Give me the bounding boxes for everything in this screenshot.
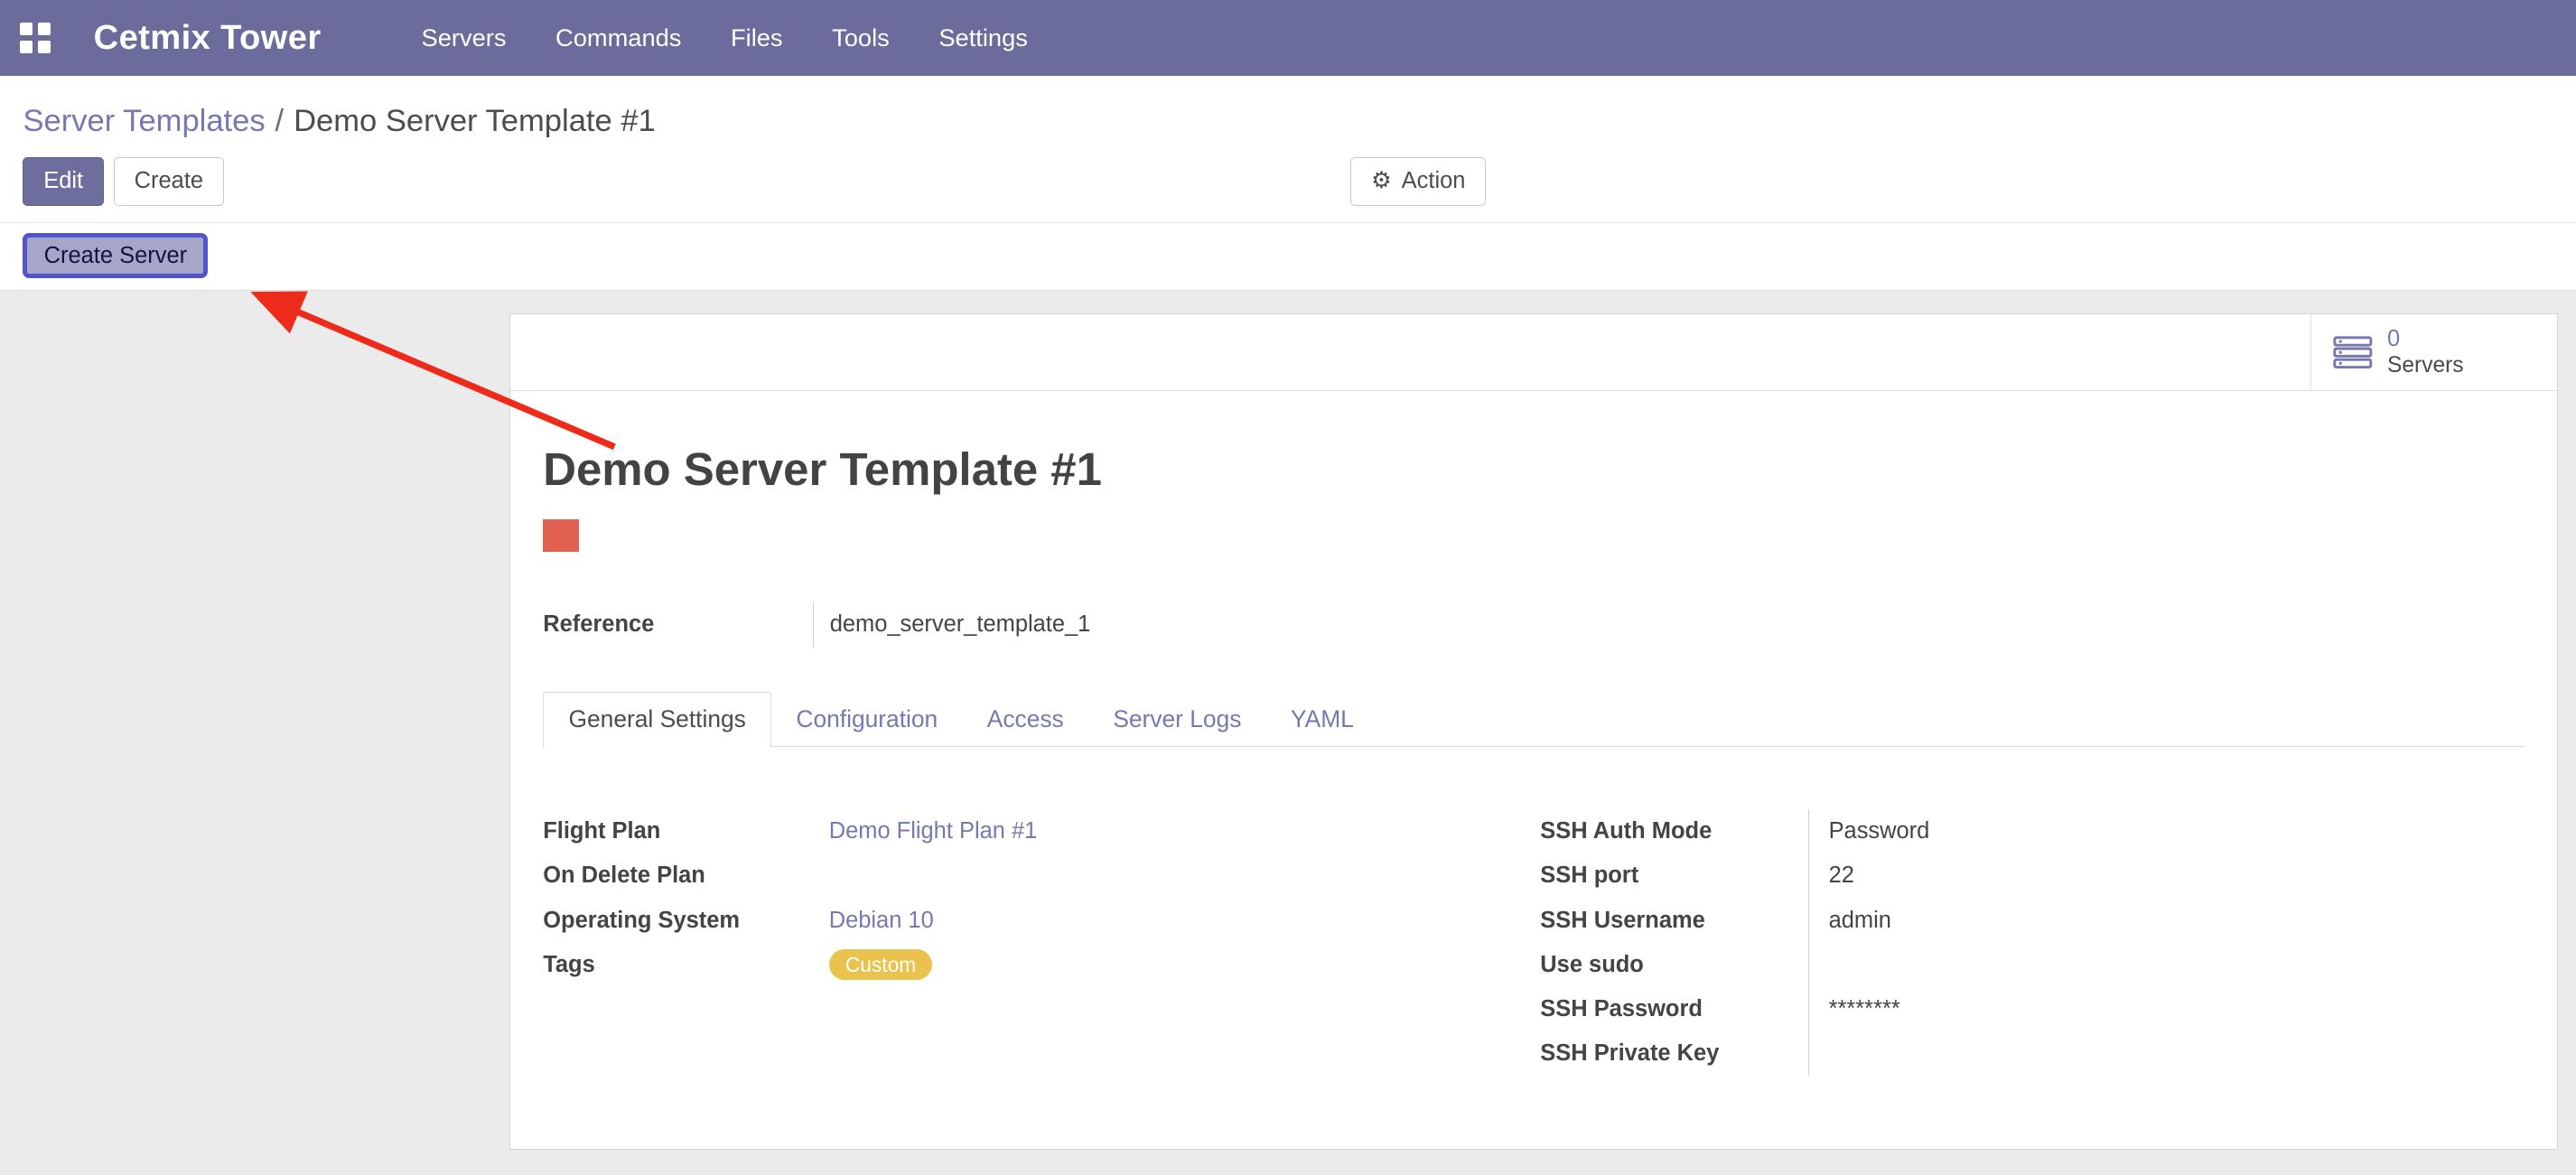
- field-ssh-auth-mode: SSH Auth Mode Password: [1540, 809, 2525, 853]
- field-use-sudo: Use sudo: [1540, 943, 2525, 987]
- use-sudo-value: [1808, 943, 2525, 987]
- breadcrumb-server-templates[interactable]: Server Templates: [23, 104, 265, 138]
- field-label: SSH Password: [1540, 996, 1807, 1022]
- breadcrumb-separator: /: [266, 104, 294, 138]
- servers-count: 0: [2387, 326, 2464, 352]
- field-label: SSH Private Key: [1540, 1040, 1807, 1067]
- create-button[interactable]: Create: [114, 157, 224, 207]
- tab-server-logs[interactable]: Server Logs: [1088, 692, 1266, 746]
- field-label: Use sudo: [1540, 952, 1807, 978]
- field-operating-system: Operating System Debian 10: [543, 899, 1540, 943]
- record-title: Demo Server Template #1: [543, 442, 2525, 498]
- app-brand[interactable]: Cetmix Tower: [94, 18, 322, 58]
- record-sheet: 0 Servers Demo Server Template #1 Refere…: [509, 313, 2558, 1150]
- field-ssh-private-key: SSH Private Key: [1540, 1031, 2525, 1076]
- tab-configuration[interactable]: Configuration: [771, 692, 962, 746]
- servers-stat-button[interactable]: 0 Servers: [2310, 314, 2557, 390]
- color-swatch: [543, 519, 579, 552]
- sheet-header: 0 Servers: [510, 314, 2557, 391]
- reference-value: demo_server_template_1: [830, 611, 1091, 638]
- general-settings-form: Flight Plan Demo Flight Plan #1 On Delet…: [543, 809, 2525, 1076]
- menu-item-settings[interactable]: Settings: [914, 2, 1052, 73]
- tab-access[interactable]: Access: [963, 692, 1089, 746]
- tab-general-settings[interactable]: General Settings: [543, 692, 771, 748]
- field-label: Operating System: [543, 908, 828, 934]
- content-area: 0 Servers Demo Server Template #1 Refere…: [0, 291, 2576, 1165]
- form-column-left: Flight Plan Demo Flight Plan #1 On Delet…: [543, 809, 1540, 1076]
- tab-yaml[interactable]: YAML: [1266, 692, 1378, 746]
- operating-system-link[interactable]: Debian 10: [829, 908, 934, 934]
- ssh-auth-mode-value: Password: [1808, 809, 2525, 853]
- reference-label: Reference: [543, 611, 812, 638]
- control-panel: Server Templates/Demo Server Template #1…: [0, 76, 2576, 224]
- reference-field: Reference demo_server_template_1: [543, 601, 2525, 648]
- server-stack-icon: [2333, 336, 2373, 368]
- main-menu: Servers Commands Files Tools Settings: [397, 2, 1052, 73]
- menu-item-servers[interactable]: Servers: [397, 2, 531, 73]
- field-ssh-port: SSH port 22: [1540, 853, 2525, 898]
- ssh-username-value: admin: [1808, 899, 2525, 943]
- menu-item-tools[interactable]: Tools: [807, 2, 914, 73]
- menu-item-files[interactable]: Files: [706, 2, 807, 73]
- field-separator: [813, 601, 814, 648]
- ssh-password-value: ********: [1808, 987, 2525, 1031]
- field-label: Tags: [543, 952, 828, 978]
- servers-label: Servers: [2387, 352, 2464, 378]
- field-ssh-username: SSH Username admin: [1540, 899, 2525, 943]
- field-label: SSH Username: [1540, 908, 1807, 934]
- form-column-right: SSH Auth Mode Password SSH port 22 SSH U…: [1540, 809, 2525, 1076]
- field-on-delete-plan: On Delete Plan: [543, 853, 1540, 898]
- edit-button[interactable]: Edit: [23, 157, 104, 207]
- create-server-button[interactable]: Create Server: [23, 233, 208, 278]
- sheet-body: Demo Server Template #1 Reference demo_s…: [510, 442, 2557, 1076]
- field-flight-plan: Flight Plan Demo Flight Plan #1: [543, 809, 1540, 853]
- field-label: On Delete Plan: [543, 863, 828, 889]
- ssh-port-value: 22: [1808, 853, 2525, 898]
- apps-grid-icon[interactable]: [20, 23, 51, 54]
- action-button-label: Action: [1402, 167, 1466, 195]
- menu-item-commands[interactable]: Commands: [531, 2, 706, 73]
- ssh-private-key-value: [1808, 1031, 2525, 1076]
- tag-custom: Custom: [829, 949, 933, 981]
- field-label: Flight Plan: [543, 818, 828, 844]
- field-ssh-password: SSH Password ********: [1540, 987, 2525, 1031]
- action-button[interactable]: ⚙ Action: [1350, 157, 1486, 207]
- field-label: SSH Auth Mode: [1540, 818, 1807, 844]
- breadcrumb-current: Demo Server Template #1: [294, 104, 656, 138]
- object-buttons-row: Create Server: [0, 223, 2576, 291]
- field-tags: Tags Custom: [543, 943, 1540, 987]
- breadcrumb: Server Templates/Demo Server Template #1: [0, 76, 2576, 154]
- top-navbar: Cetmix Tower Servers Commands Files Tool…: [0, 0, 2576, 76]
- control-buttons-row: Edit Create ⚙ Action: [0, 154, 2576, 223]
- field-label: SSH port: [1540, 863, 1807, 889]
- gear-icon: ⚙: [1371, 170, 1392, 192]
- notebook-tabs: General Settings Configuration Access Se…: [543, 692, 2525, 747]
- flight-plan-link[interactable]: Demo Flight Plan #1: [829, 818, 1038, 844]
